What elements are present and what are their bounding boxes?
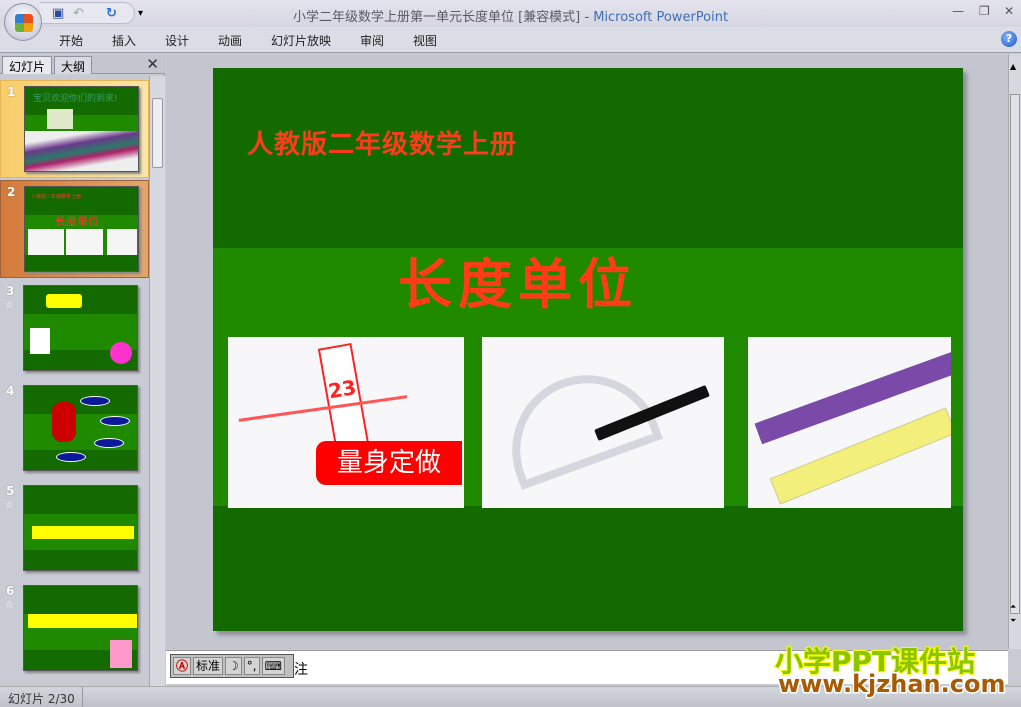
thumbnail-5[interactable]: 5 ☆	[0, 480, 149, 578]
title-sep: -	[580, 10, 594, 25]
undo-icon[interactable]: ↶	[73, 6, 84, 22]
redo-icon[interactable]: ↻	[106, 6, 117, 22]
ribbon-tabs: 开始 插入 设计 动画 幻灯片放映 审阅 视图	[0, 27, 1021, 53]
close-panel-icon[interactable]: ✕	[146, 55, 159, 73]
slides-panel: 幻灯片 大纲 ✕ 1 宝贝欢迎你们的到来! 2 人教版二年级数学上册 长度单位	[0, 54, 165, 686]
minimize-button[interactable]: —	[952, 4, 964, 18]
ime-toolbar: Ⓐ 标准 ☽ °, ⌨	[170, 654, 294, 678]
office-button[interactable]	[4, 3, 42, 41]
animation-star-icon: ☆	[5, 600, 14, 611]
punctuation-icon[interactable]: °,	[243, 657, 260, 675]
thumbnail-list: 1 宝贝欢迎你们的到来! 2 人教版二年级数学上册 长度单位 3 ☆ 4 5 ☆…	[0, 76, 149, 686]
tab-design[interactable]: 设计	[165, 32, 189, 49]
watermark-url: www.kjzhan.com	[776, 669, 1006, 700]
thumbnail-6[interactable]: 6 ☆	[0, 580, 149, 678]
next-slide-icon[interactable]: ⏷	[1010, 616, 1016, 626]
slide-preview: 宝贝欢迎你们的到来!	[24, 86, 139, 172]
animation-star-icon: ☆	[5, 500, 14, 511]
notes-text[interactable]: 注	[294, 659, 308, 679]
thumbnail-3[interactable]: 3 ☆	[0, 280, 149, 378]
slide-preview	[23, 485, 138, 571]
animation-star-icon: ☆	[5, 300, 14, 311]
title-bar: 小学二年级数学上册第一单元长度单位 [兼容模式] - Microsoft Pow…	[0, 0, 1021, 27]
save-icon[interactable]: ▣	[52, 6, 64, 22]
slide-number: 2	[7, 185, 16, 199]
window-title: 小学二年级数学上册第一单元长度单位 [兼容模式] - Microsoft Pow…	[0, 6, 1021, 25]
panel-tabs: 幻灯片 大纲 ✕	[0, 54, 165, 74]
slide-number: 3	[6, 284, 15, 298]
app-name: Microsoft PowerPoint	[593, 10, 729, 25]
ime-logo-icon[interactable]: Ⓐ	[173, 657, 192, 675]
office-logo-icon	[15, 14, 33, 32]
slide-number: 6	[6, 584, 15, 598]
doc-title: 小学二年级数学上册第一单元长度单位 [兼容模式]	[292, 10, 581, 25]
panel-scrollbar[interactable]	[149, 76, 165, 686]
scroll-up-icon[interactable]: ▲	[1010, 62, 1016, 71]
thumbnail-4[interactable]: 4	[0, 380, 149, 478]
tab-view[interactable]: 视图	[413, 32, 437, 49]
slide-preview: 人教版二年级数学上册 长度单位	[24, 186, 139, 272]
thumbnail-2[interactable]: 2 人教版二年级数学上册 长度单位	[0, 180, 149, 278]
tab-animation[interactable]: 动画	[218, 32, 242, 49]
slide-count: 幻灯片 2/30	[8, 692, 75, 706]
measuring-cartoon-image[interactable]: 23 量身定做	[228, 337, 464, 508]
close-button[interactable]: ✕	[1004, 4, 1014, 18]
slide-scrollbar[interactable]: ▲ ⏶ ⏷	[1008, 54, 1021, 649]
thumb-heading: 长度单位	[55, 215, 99, 228]
slide-number: 1	[7, 85, 16, 99]
slide-subtitle[interactable]: 人教版二年级数学上册	[247, 124, 517, 161]
thumb-title: 宝贝欢迎你们的到来!	[33, 94, 118, 104]
slide-preview	[23, 585, 138, 671]
scrollbar-thumb[interactable]	[152, 98, 163, 168]
tab-insert[interactable]: 插入	[112, 32, 136, 49]
slide-number: 5	[6, 484, 15, 498]
tab-slideshow[interactable]: 幻灯片放映	[271, 32, 331, 49]
customize-qat-icon[interactable]: ▾	[138, 6, 143, 22]
slide-title[interactable]: 长度单位	[398, 240, 638, 319]
tailor-made-text: 量身定做	[316, 441, 462, 485]
help-icon[interactable]: ?	[1001, 31, 1017, 47]
scrollbar-thumb[interactable]	[1010, 94, 1020, 614]
half-width-icon[interactable]: ☽	[225, 657, 242, 675]
quick-access-toolbar: ▣ ↶ ↻ ▾	[40, 2, 143, 24]
keyboard-icon[interactable]: ⌨	[261, 657, 285, 675]
previous-slide-icon[interactable]: ⏶	[1010, 602, 1016, 612]
slide-preview	[23, 285, 138, 371]
tab-slides[interactable]: 幻灯片	[2, 56, 53, 74]
slide-number: 4	[6, 384, 15, 398]
current-slide[interactable]: 人教版二年级数学上册 长度单位 23 量身定做	[213, 68, 963, 631]
thumbnail-1[interactable]: 1 宝贝欢迎你们的到来!	[0, 80, 149, 178]
thumb-title: 人教版二年级数学上册	[31, 194, 82, 200]
tab-review[interactable]: 审阅	[360, 32, 384, 49]
ime-mode-button[interactable]: 标准	[193, 657, 224, 675]
pencil-protractor-image[interactable]	[482, 337, 724, 508]
restore-button[interactable]: ❐	[979, 4, 990, 18]
tab-outline[interactable]: 大纲	[54, 56, 93, 74]
slide-preview	[23, 385, 138, 471]
rulers-image[interactable]	[748, 337, 951, 508]
tab-home[interactable]: 开始	[59, 32, 83, 49]
